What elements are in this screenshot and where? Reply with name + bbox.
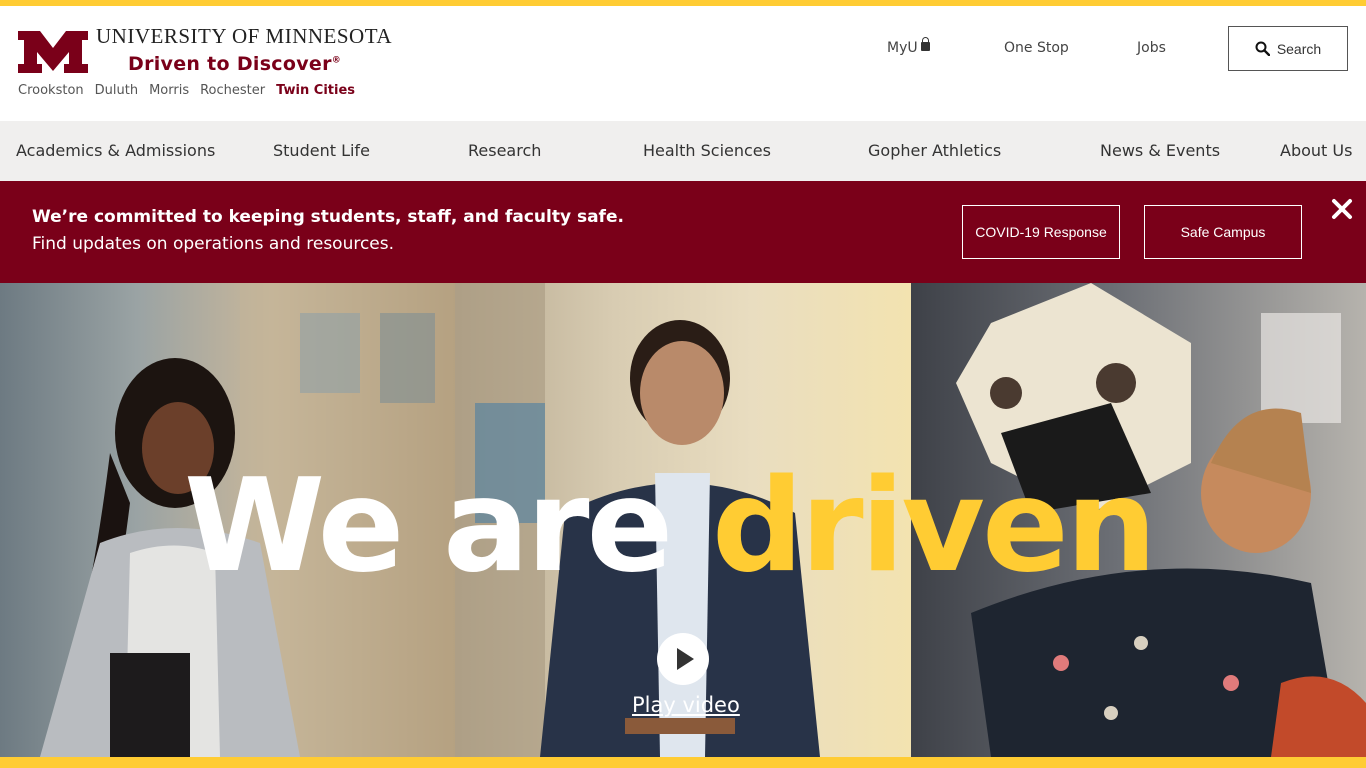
nav-student-life[interactable]: Student Life bbox=[273, 141, 370, 160]
bottom-gold-stripe bbox=[0, 757, 1366, 768]
hero-headline-white: We are bbox=[184, 452, 673, 601]
play-icon[interactable] bbox=[657, 633, 709, 685]
alert-subtext: Find updates on operations and resources… bbox=[32, 234, 395, 254]
nav-news-events[interactable]: News & Events bbox=[1100, 141, 1220, 160]
play-video-link[interactable]: Play video bbox=[632, 693, 740, 717]
search-icon bbox=[1255, 41, 1270, 56]
alert-headline: We’re committed to keeping students, sta… bbox=[32, 207, 624, 227]
close-icon[interactable] bbox=[1330, 197, 1354, 221]
campus-link-crookston[interactable]: Crookston bbox=[18, 83, 84, 98]
campus-link-morris[interactable]: Morris bbox=[149, 83, 189, 98]
hero-headline: We are driven bbox=[184, 463, 1157, 591]
nav-about-us[interactable]: About Us bbox=[1280, 141, 1352, 160]
myu-link[interactable]: MyU bbox=[887, 37, 930, 56]
campus-links: Crookston Duluth Morris Rochester Twin C… bbox=[18, 83, 355, 98]
search-button[interactable]: Search bbox=[1228, 26, 1348, 71]
safe-campus-button[interactable]: Safe Campus bbox=[1144, 205, 1302, 259]
university-wordmark[interactable]: UNIVERSITY OF MINNESOTA bbox=[96, 24, 392, 49]
hero-section: We are driven Play video bbox=[0, 283, 1366, 757]
search-button-label: Search bbox=[1276, 40, 1322, 57]
covid-response-button[interactable]: COVID-19 Response bbox=[962, 205, 1120, 259]
campus-link-rochester[interactable]: Rochester bbox=[200, 83, 265, 98]
university-block-m-logo[interactable] bbox=[18, 31, 88, 73]
site-header: UNIVERSITY OF MINNESOTA Driven to Discov… bbox=[0, 6, 1366, 121]
lock-icon bbox=[920, 37, 930, 51]
nav-academics-admissions[interactable]: Academics & Admissions bbox=[16, 141, 215, 160]
nav-gopher-athletics[interactable]: Gopher Athletics bbox=[868, 141, 1001, 160]
jobs-link[interactable]: Jobs bbox=[1137, 40, 1166, 56]
safety-alert-banner: We’re committed to keeping students, sta… bbox=[0, 181, 1366, 283]
campus-link-twin-cities[interactable]: Twin Cities bbox=[276, 83, 355, 98]
main-navigation: Academics & Admissions Student Life Rese… bbox=[0, 121, 1366, 181]
nav-research[interactable]: Research bbox=[468, 141, 541, 160]
hero-headline-gold: driven bbox=[711, 452, 1157, 601]
one-stop-link[interactable]: One Stop bbox=[1004, 40, 1069, 56]
tagline: Driven to Discover® bbox=[128, 53, 342, 75]
nav-health-sciences[interactable]: Health Sciences bbox=[643, 141, 771, 160]
campus-link-duluth[interactable]: Duluth bbox=[95, 83, 138, 98]
